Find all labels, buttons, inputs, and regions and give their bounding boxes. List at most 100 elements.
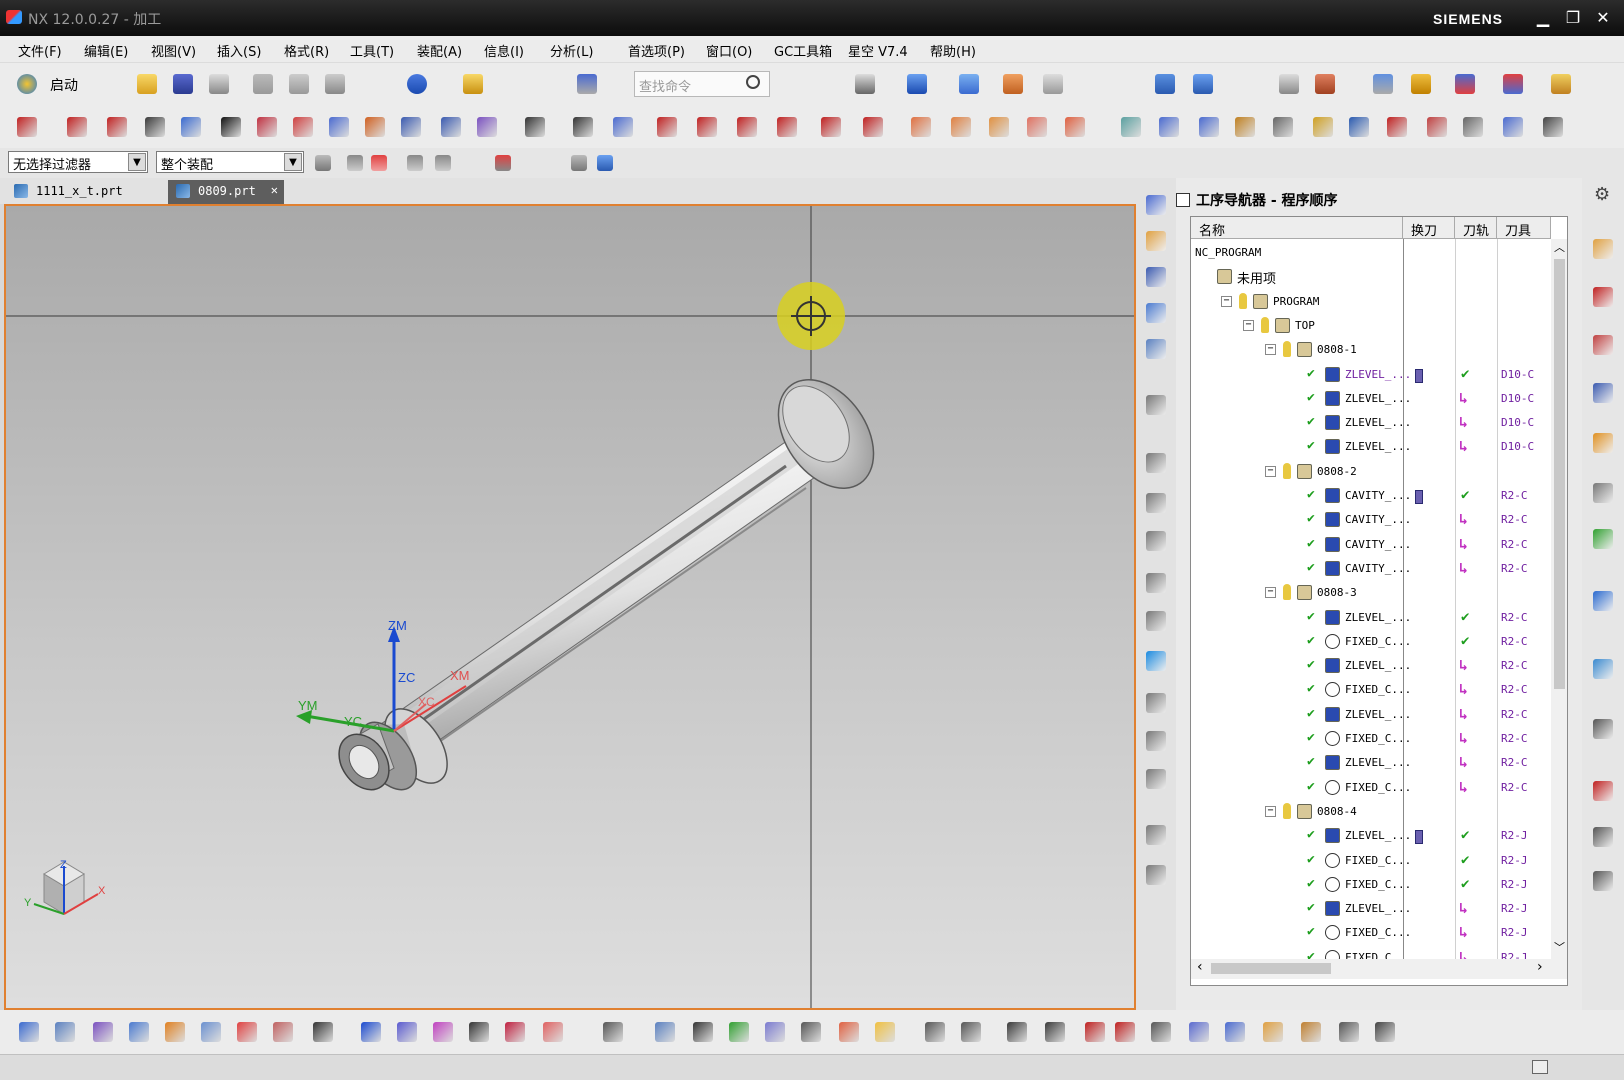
extrude-icon[interactable] — [290, 114, 316, 140]
tab-part-2[interactable]: 0809.prt ✕ — [168, 180, 284, 204]
background-icon[interactable] — [1088, 71, 1114, 97]
hammer-icon[interactable] — [1540, 114, 1566, 140]
table-row[interactable]: ✔ FIXED_C... ↳ R2-C — [1191, 727, 1551, 751]
menu-item-2[interactable]: 视图(V) — [151, 41, 196, 60]
cam-tool-26-icon[interactable] — [1042, 1019, 1068, 1045]
start-icon[interactable] — [14, 71, 40, 97]
operation-tool-7-icon[interactable] — [1143, 490, 1169, 516]
cam-tool-7-icon[interactable] — [270, 1019, 296, 1045]
table-row[interactable]: ✔ CAVITY_... ↳ R2-C — [1191, 508, 1551, 532]
selection-scope-select[interactable]: 整个装配 ▼ — [156, 151, 304, 173]
collapse-toggle-icon[interactable]: − — [1243, 319, 1254, 331]
operation-tool-6-icon[interactable] — [1143, 450, 1169, 476]
table-row[interactable]: ✔ ZLEVEL_... ↳ D10-C — [1191, 387, 1551, 411]
mesh-icon[interactable] — [438, 114, 464, 140]
scroll-right-icon[interactable]: › — [1537, 959, 1543, 975]
cam-tool-30-icon[interactable] — [1186, 1019, 1212, 1045]
menu-item-3[interactable]: 插入(S) — [217, 41, 261, 60]
menu-item-13[interactable]: 帮助(H) — [930, 41, 976, 60]
table-row[interactable]: ✔ ZLEVEL_... ↳ D10-C — [1191, 435, 1551, 459]
resource-tab-11-icon[interactable] — [1590, 824, 1616, 850]
copy-icon[interactable] — [286, 71, 312, 97]
menu-item-12[interactable]: 星空 V7.4 — [848, 41, 908, 60]
cam-tool-18-icon[interactable] — [726, 1019, 752, 1045]
line-icon[interactable] — [14, 114, 40, 140]
circle-select-icon[interactable] — [464, 152, 486, 174]
resource-tab-1-icon[interactable] — [1590, 284, 1616, 310]
cam-tool-12-icon[interactable] — [466, 1019, 492, 1045]
cam-tool-34-icon[interactable] — [1336, 1019, 1362, 1045]
operation-tool-4-icon[interactable] — [1143, 336, 1169, 362]
tab-part-1[interactable]: 1111_x_t.prt — [6, 180, 166, 204]
cam-tool-13-icon[interactable] — [502, 1019, 528, 1045]
collapse-toggle-icon[interactable]: − — [1265, 587, 1276, 599]
print-icon[interactable] — [206, 71, 232, 97]
vertical-scrollbar[interactable]: ︿ ﹀ — [1551, 239, 1567, 959]
cam-tool-14-icon[interactable] — [540, 1019, 566, 1045]
helix-icon[interactable] — [142, 114, 168, 140]
tower-icon[interactable] — [1270, 114, 1296, 140]
text-icon[interactable] — [218, 114, 244, 140]
snap-point-icon[interactable] — [368, 152, 390, 174]
fillet-curve-icon[interactable] — [734, 114, 760, 140]
cam-tool-6-icon[interactable] — [234, 1019, 260, 1045]
table-row[interactable]: ✔ ZLEVEL_... ↳ R2-C — [1191, 654, 1551, 678]
flag-icon[interactable] — [1384, 114, 1410, 140]
table-row[interactable]: ✔ FIXED_C... ✔ R2-J — [1191, 849, 1551, 873]
boolean-icon[interactable] — [1062, 114, 1088, 140]
search-icon[interactable] — [746, 75, 760, 89]
snap-icon[interactable] — [1370, 71, 1396, 97]
collapse-toggle-icon[interactable]: − — [1265, 805, 1276, 817]
orient-icon[interactable] — [1408, 71, 1434, 97]
table-row[interactable]: ✔ ZLEVEL_... ↳ R2-C — [1191, 703, 1551, 727]
table-row[interactable]: − 0808-3 — [1191, 581, 1551, 605]
intersect-icon[interactable] — [818, 114, 844, 140]
table-row[interactable]: ✔ CAVITY_... ↳ R2-C — [1191, 557, 1551, 581]
window-icon[interactable] — [516, 71, 542, 97]
fit-view-icon[interactable] — [800, 71, 826, 97]
resource-tab-5-icon[interactable] — [1590, 480, 1616, 506]
cam-tool-2-icon[interactable] — [90, 1019, 116, 1045]
menu-item-11[interactable]: GC工具箱 — [774, 41, 832, 60]
quick-pick-icon[interactable] — [432, 152, 454, 174]
collapse-toggle-icon[interactable]: − — [1265, 344, 1276, 356]
solid-filter-icon[interactable] — [594, 152, 616, 174]
collapse-toggle-icon[interactable]: − — [1265, 465, 1276, 477]
undo-icon[interactable] — [404, 71, 430, 97]
menu-item-10[interactable]: 窗口(O) — [706, 41, 752, 60]
dimension-icon[interactable] — [1500, 71, 1526, 97]
table-row[interactable]: ✔ ZLEVEL_... ↳ R2-J — [1191, 897, 1551, 921]
new-file-icon[interactable] — [98, 71, 124, 97]
sphere-icon[interactable] — [1024, 114, 1050, 140]
operation-tool-16-icon[interactable] — [1143, 862, 1169, 888]
menu-item-6[interactable]: 装配(A) — [417, 41, 462, 60]
cam-tool-27-icon[interactable] — [1082, 1019, 1108, 1045]
menu-item-1[interactable]: 编辑(E) — [84, 41, 128, 60]
cam-tool-22-icon[interactable] — [872, 1019, 898, 1045]
operation-tool-9-icon[interactable] — [1143, 570, 1169, 596]
spiral-icon[interactable] — [178, 114, 204, 140]
cam-tool-20-icon[interactable] — [798, 1019, 824, 1045]
sweep-icon[interactable] — [326, 114, 352, 140]
table-row[interactable]: − 0808-4 — [1191, 800, 1551, 824]
scroll-up-icon[interactable]: ︿ — [1554, 239, 1565, 255]
maximize-button[interactable]: ❐ — [1562, 8, 1584, 28]
cam-tool-24-icon[interactable] — [958, 1019, 984, 1045]
cam-tool-4-icon[interactable] — [162, 1019, 188, 1045]
move-csys-icon[interactable] — [1452, 71, 1478, 97]
start-menu-label[interactable]: 启动 — [50, 75, 78, 95]
sketch-icon[interactable] — [254, 114, 280, 140]
resource-tab-4-icon[interactable] — [1590, 430, 1616, 456]
horizontal-scrollbar[interactable]: ‹ › — [1191, 959, 1567, 979]
chevron-down-icon[interactable]: ▼ — [128, 153, 146, 171]
cylinder-icon[interactable] — [948, 114, 974, 140]
column-header-name[interactable]: 名称 — [1191, 217, 1403, 239]
cam-tool-10-icon[interactable] — [394, 1019, 420, 1045]
stack-icon[interactable] — [1310, 114, 1336, 140]
cut-icon[interactable] — [250, 71, 276, 97]
collapse-toggle-icon[interactable]: − — [1221, 295, 1232, 307]
save-icon[interactable] — [170, 71, 196, 97]
cone-icon[interactable] — [986, 114, 1012, 140]
table-row[interactable]: 未用项 — [1191, 265, 1551, 289]
cam-tool-35-icon[interactable] — [1372, 1019, 1398, 1045]
